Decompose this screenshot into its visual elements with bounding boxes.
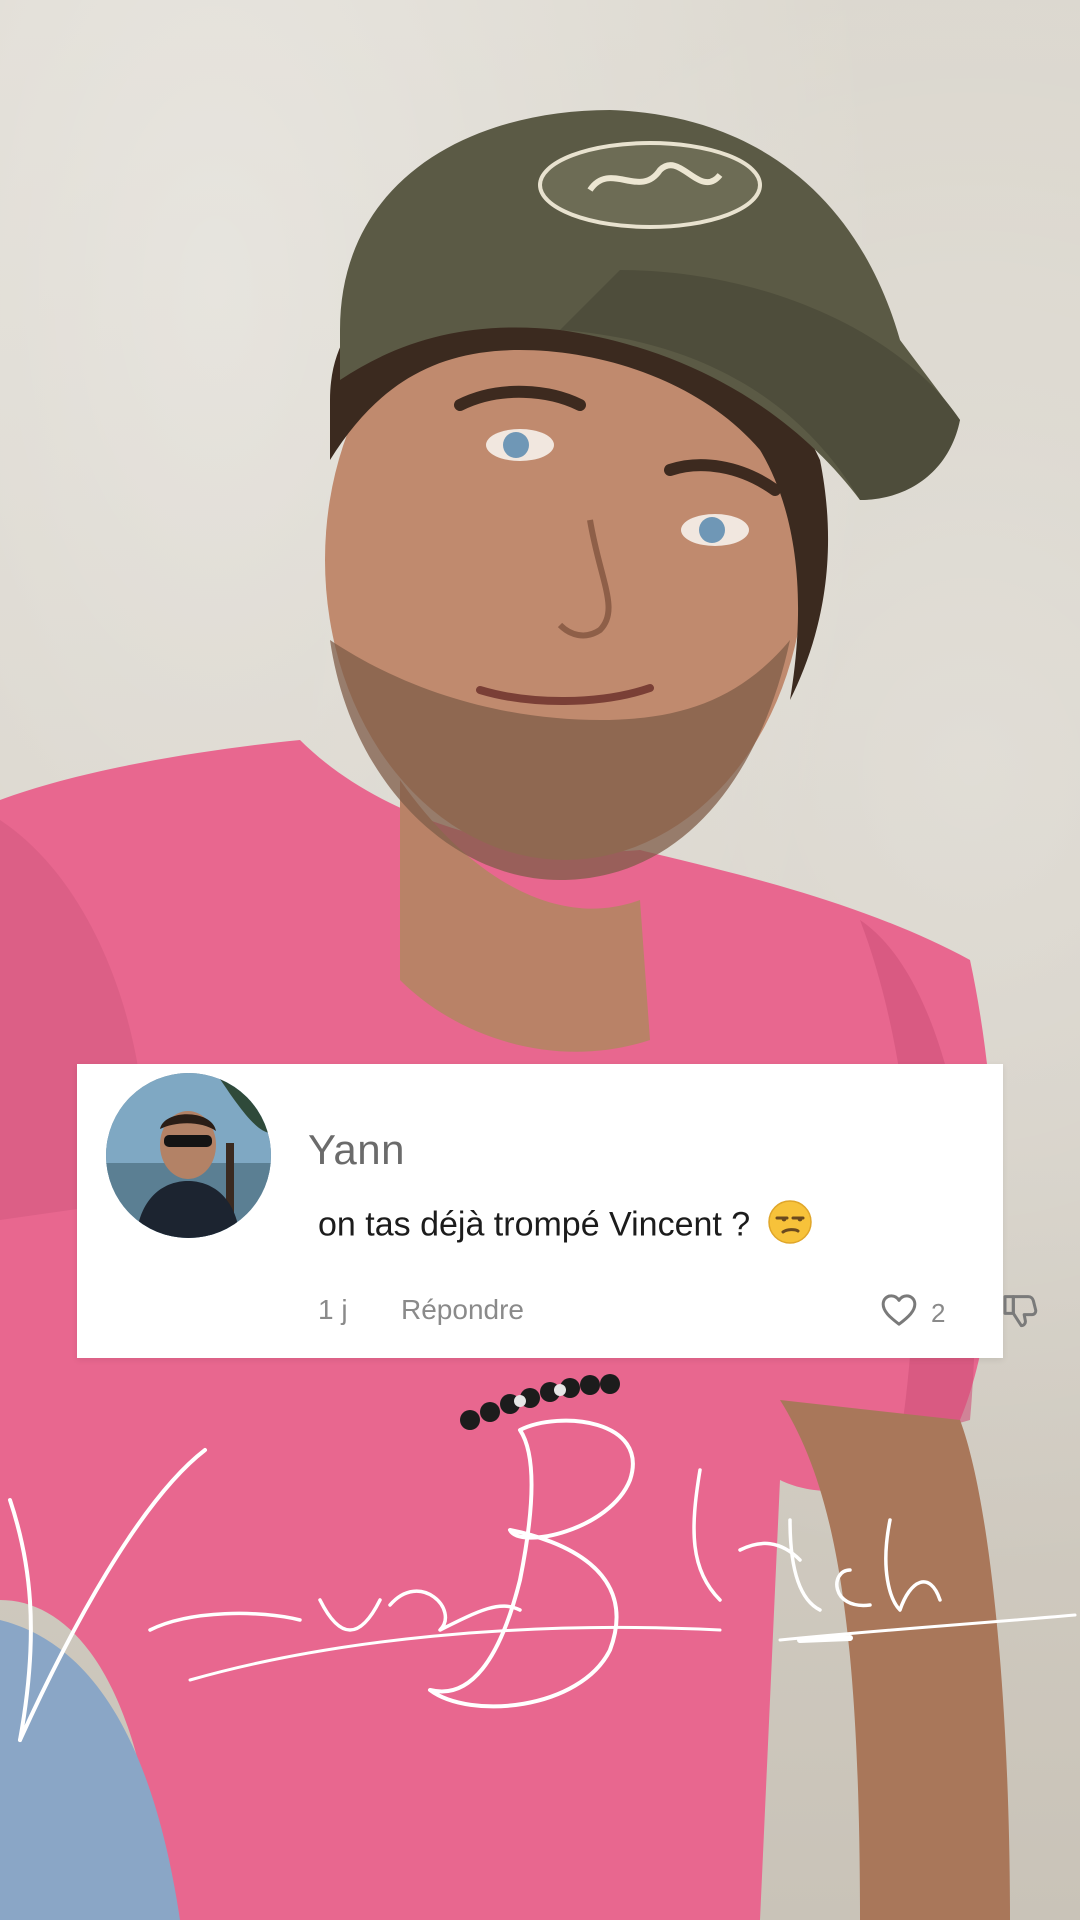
comment-username[interactable]: Yann bbox=[308, 1126, 405, 1174]
thumbs-down-icon[interactable] bbox=[1000, 1295, 1040, 1336]
comment-text: on tas déjà trompé Vincent ? bbox=[318, 1200, 812, 1253]
like-count: 2 bbox=[931, 1298, 946, 1328]
avatar-image bbox=[106, 1073, 271, 1238]
like-button[interactable]: 2 bbox=[879, 1290, 945, 1337]
comment-body: on tas déjà trompé Vincent ? bbox=[318, 1205, 751, 1244]
comment-meta: 1 j Répondre 2 bbox=[318, 1290, 1038, 1337]
reply-button[interactable]: Répondre bbox=[401, 1294, 524, 1326]
comment-timestamp: 1 j bbox=[318, 1294, 348, 1325]
video-scene bbox=[0, 110, 1010, 1920]
unamused-face-emoji bbox=[767, 1200, 812, 1253]
dislike-button[interactable] bbox=[1000, 1290, 1040, 1337]
heart-icon[interactable] bbox=[879, 1290, 919, 1337]
comment-card: Yann on tas déjà trompé Vincent ? 1 j Ré… bbox=[77, 1064, 1038, 1358]
video-frame: Yann on tas déjà trompé Vincent ? 1 j Ré… bbox=[0, 0, 1080, 1920]
user-avatar[interactable] bbox=[106, 1073, 271, 1238]
